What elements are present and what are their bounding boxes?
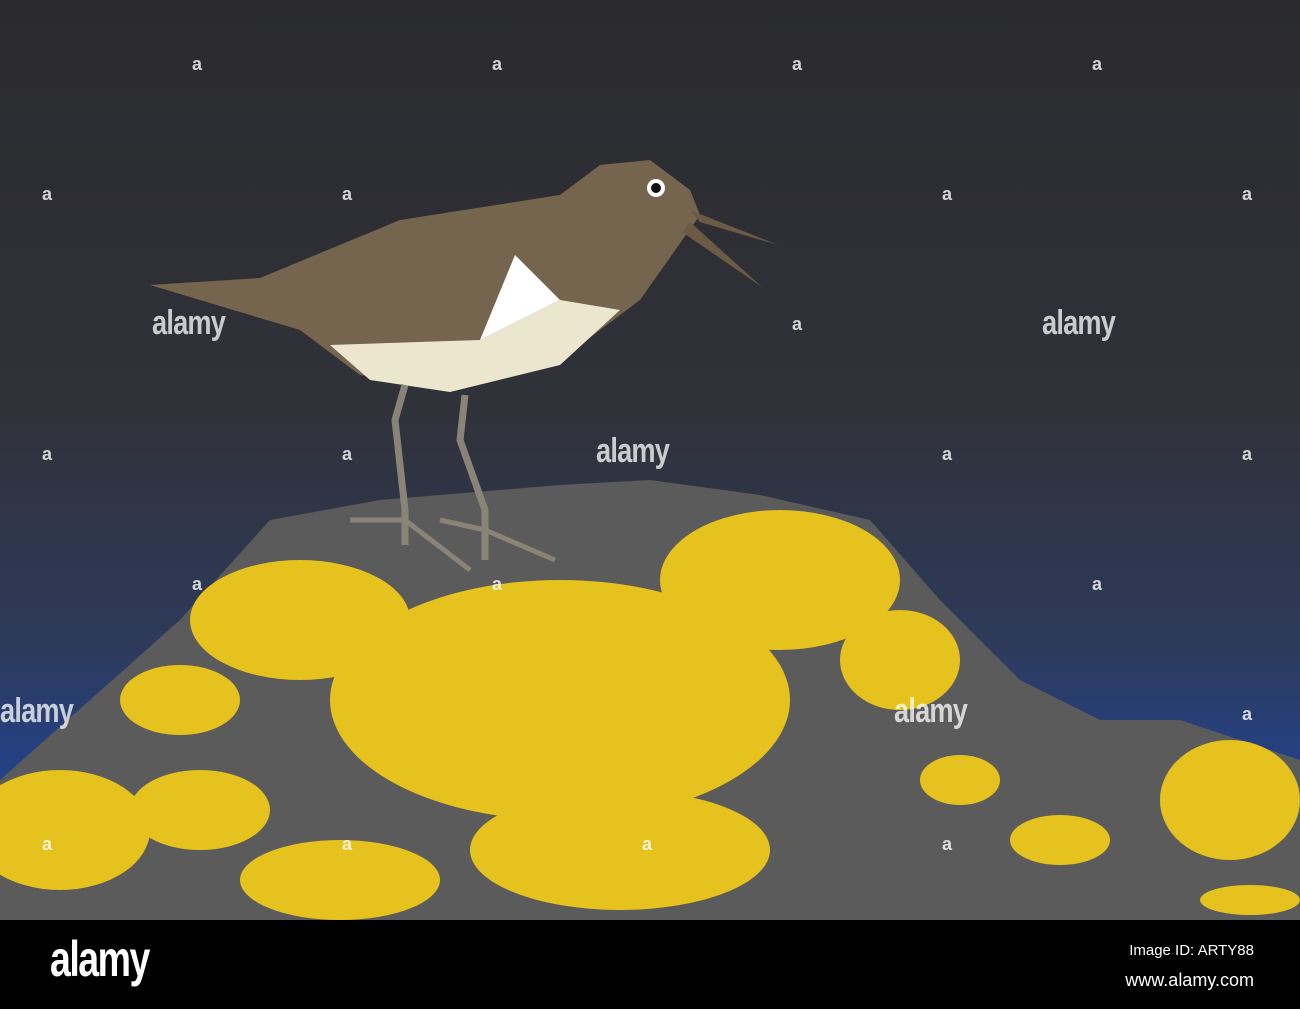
watermark: alamy [152,304,226,342]
website-link[interactable]: www.alamy.com [1125,970,1254,991]
watermark: alamy [1042,304,1116,342]
watermark-mark: a [42,834,53,854]
watermark-mark: a [1242,704,1253,724]
alamy-logo: alamy [50,931,150,987]
watermark-mark: a [192,54,203,74]
watermark: alamy [596,432,670,470]
image-id: Image ID: ARTY88 [1129,942,1254,959]
watermark-mark: a [792,314,803,334]
watermark-mark: a [342,444,353,464]
watermark-mark: a [42,184,53,204]
watermark-mark: a [342,184,353,204]
watermark: alamy [0,692,74,730]
watermark-mark: a [1242,444,1253,464]
watermark-mark: a [942,834,953,854]
watermark: alamy [894,692,968,730]
watermark-mark: a [1092,54,1103,74]
watermark-mark: a [492,54,503,74]
watermark-mark: a [942,184,953,204]
watermark-mark: a [192,574,203,594]
watermark-mark: a [642,834,653,854]
watermark-mark: a [1242,184,1253,204]
watermark-mark: a [1092,574,1103,594]
watermark-mark: a [342,834,353,854]
watermark-mark: a [942,444,953,464]
watermark-mark: a [492,574,503,594]
footer-bar: alamy Image ID: ARTY88 www.alamy.com [0,920,1300,1009]
watermark-mark: a [792,54,803,74]
watermark-mark: a [42,444,53,464]
